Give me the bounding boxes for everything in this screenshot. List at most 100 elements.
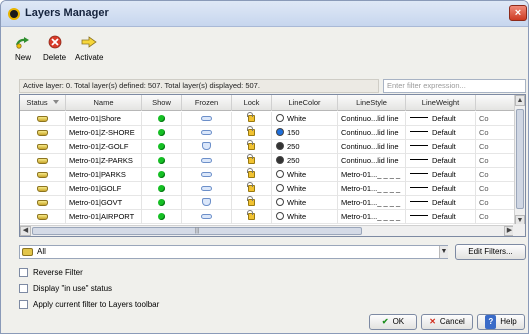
filter-expression-input[interactable]: Enter filter expression... — [383, 79, 526, 93]
layer-name[interactable]: Metro-01|GOLF — [66, 182, 142, 196]
table-row[interactable]: Metro-01|Z-SHORE 150 Continuo...lid line De… — [20, 126, 515, 140]
show-cell[interactable] — [142, 140, 182, 154]
layer-name[interactable]: Metro-01|GOVT — [66, 196, 142, 210]
cancel-button[interactable]: ✕ Cancel — [421, 314, 473, 330]
status-cell[interactable] — [20, 154, 66, 168]
linecolor-cell[interactable]: White — [272, 210, 338, 224]
linestyle-cell[interactable]: Continuo...lid line — [338, 140, 406, 154]
frozen-cell[interactable] — [182, 140, 232, 154]
extra-cell[interactable]: Co — [476, 182, 515, 196]
frozen-cell[interactable] — [182, 112, 232, 126]
lineweight-cell[interactable]: Default — [406, 140, 476, 154]
lock-cell[interactable] — [232, 168, 272, 182]
column-linestyle[interactable]: LineStyle — [338, 95, 406, 111]
linestyle-cell[interactable]: Metro-01..._ _ _ _ — [338, 196, 406, 210]
linecolor-cell[interactable]: 150 — [272, 126, 338, 140]
show-cell[interactable] — [142, 196, 182, 210]
table-row[interactable]: Metro-01|Shore White Continuo...lid line De… — [20, 112, 515, 126]
help-button[interactable]: ? Help — [477, 314, 525, 330]
layer-name[interactable]: Metro-01|AIRPORT — [66, 210, 142, 224]
table-row[interactable]: Metro-01|AIRPORT White Metro-01..._ _ _ _ D… — [20, 210, 515, 224]
frozen-cell[interactable] — [182, 210, 232, 224]
table-row[interactable]: Metro-01|PARKS White Metro-01..._ _ _ _ Def… — [20, 168, 515, 182]
status-cell[interactable] — [20, 126, 66, 140]
activate-button[interactable]: Activate — [75, 35, 103, 62]
linestyle-cell[interactable]: Continuo...lid line — [338, 126, 406, 140]
layer-name[interactable]: Metro-01|Z-GOLF — [66, 140, 142, 154]
status-cell[interactable] — [20, 182, 66, 196]
linestyle-cell[interactable]: Continuo...lid line — [338, 154, 406, 168]
extra-cell[interactable]: Co — [476, 126, 515, 140]
scroll-left-icon[interactable]: ◀ — [20, 226, 31, 236]
lock-cell[interactable] — [232, 210, 272, 224]
column-lineweight[interactable]: LineWeight — [406, 95, 476, 111]
extra-cell[interactable]: Co — [476, 210, 515, 224]
linestyle-cell[interactable]: Metro-01..._ _ _ _ — [338, 168, 406, 182]
lineweight-cell[interactable]: Default — [406, 210, 476, 224]
delete-button[interactable]: Delete — [43, 35, 66, 62]
column-status[interactable]: Status — [20, 95, 66, 111]
frozen-cell[interactable] — [182, 168, 232, 182]
extra-cell[interactable]: Co — [476, 196, 515, 210]
status-cell[interactable] — [20, 196, 66, 210]
linestyle-cell[interactable]: Metro-01..._ _ _ _ — [338, 182, 406, 196]
linestyle-cell[interactable]: Continuo...lid line — [338, 112, 406, 126]
linecolor-cell[interactable]: 250 — [272, 140, 338, 154]
extra-cell[interactable]: Co — [476, 112, 515, 126]
status-cell[interactable] — [20, 140, 66, 154]
linestyle-cell[interactable]: Metro-01..._ _ _ _ — [338, 210, 406, 224]
close-button[interactable]: × — [509, 5, 527, 21]
lineweight-cell[interactable]: Default — [406, 196, 476, 210]
reverse-filter-box[interactable] — [19, 268, 28, 277]
column-frozen[interactable]: Frozen — [182, 95, 232, 111]
new-button[interactable]: New — [15, 35, 31, 62]
show-cell[interactable] — [142, 126, 182, 140]
horizontal-scrollbar[interactable]: ◀ ||| ▶ — [20, 225, 515, 236]
frozen-cell[interactable] — [182, 126, 232, 140]
lineweight-cell[interactable]: Default — [406, 168, 476, 182]
show-cell[interactable] — [142, 154, 182, 168]
status-cell[interactable] — [20, 210, 66, 224]
lineweight-cell[interactable]: Default — [406, 182, 476, 196]
frozen-cell[interactable] — [182, 182, 232, 196]
linecolor-cell[interactable]: White — [272, 196, 338, 210]
chevron-down-icon[interactable]: ▼ — [439, 246, 448, 258]
linecolor-cell[interactable]: White — [272, 112, 338, 126]
column-name[interactable]: Name — [66, 95, 142, 111]
frozen-cell[interactable] — [182, 154, 232, 168]
status-cell[interactable] — [20, 168, 66, 182]
column-lock[interactable]: Lock — [232, 95, 272, 111]
layer-name[interactable]: Metro-01|Shore — [66, 112, 142, 126]
scroll-up-icon[interactable]: ▲ — [515, 95, 525, 106]
layer-name[interactable]: Metro-01|PARKS — [66, 168, 142, 182]
lineweight-cell[interactable]: Default — [406, 154, 476, 168]
layer-name[interactable]: Metro-01|Z-SHORE — [66, 126, 142, 140]
in-use-status-checkbox[interactable]: Display "in use" status — [19, 283, 112, 295]
layer-name[interactable]: Metro-01|Z-PARKS — [66, 154, 142, 168]
show-cell[interactable] — [142, 112, 182, 126]
extra-cell[interactable]: Co — [476, 154, 515, 168]
linecolor-cell[interactable]: 250 — [272, 154, 338, 168]
column-show[interactable]: Show — [142, 95, 182, 111]
reverse-filter-checkbox[interactable]: Reverse Filter — [19, 267, 83, 279]
table-row[interactable]: Metro-01|Z-GOLF 250 Continuo...lid line Def… — [20, 140, 515, 154]
vertical-scrollbar[interactable]: ▲ ▼ — [514, 95, 525, 226]
ok-button[interactable]: ✔ OK — [369, 314, 417, 330]
table-row[interactable]: Metro-01|GOLF White Metro-01..._ _ _ _ Defa… — [20, 182, 515, 196]
lock-cell[interactable] — [232, 196, 272, 210]
extra-cell[interactable]: Co — [476, 140, 515, 154]
apply-filter-toolbar-box[interactable] — [19, 300, 28, 309]
lock-cell[interactable] — [232, 112, 272, 126]
frozen-cell[interactable] — [182, 196, 232, 210]
layer-filter-select[interactable]: All — [19, 245, 448, 259]
linecolor-cell[interactable]: White — [272, 168, 338, 182]
status-cell[interactable] — [20, 112, 66, 126]
edit-filters-button[interactable]: Edit Filters... — [455, 244, 526, 260]
linecolor-cell[interactable]: White — [272, 182, 338, 196]
vertical-scroll-thumb[interactable] — [516, 109, 524, 209]
table-row[interactable]: Metro-01|GOVT White Metro-01..._ _ _ _ Defa… — [20, 196, 515, 210]
show-cell[interactable] — [142, 182, 182, 196]
horizontal-scroll-thumb[interactable]: ||| — [32, 227, 362, 235]
column-extra[interactable] — [476, 95, 515, 111]
extra-cell[interactable]: Co — [476, 168, 515, 182]
